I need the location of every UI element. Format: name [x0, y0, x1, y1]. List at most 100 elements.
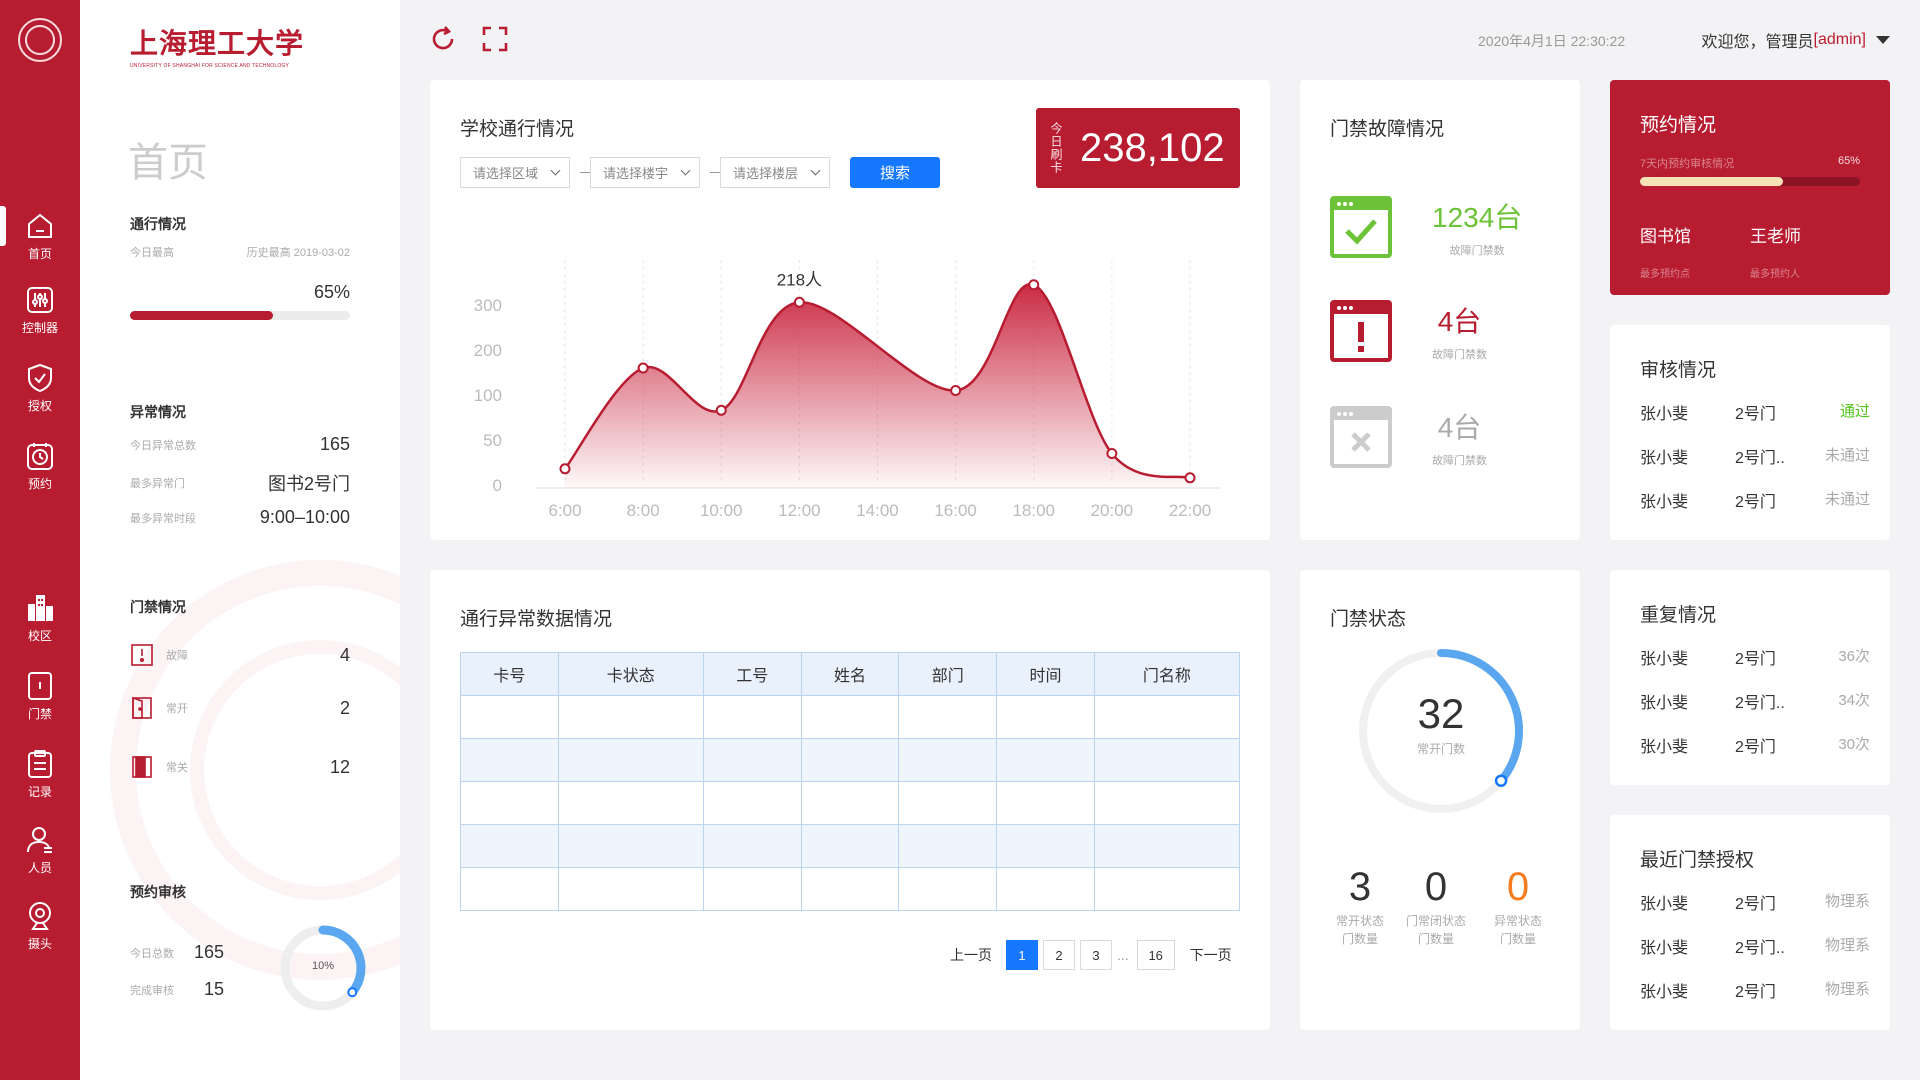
nav-label: 预约 [27, 477, 52, 491]
nav-reservation[interactable]: 预约 [0, 434, 80, 498]
list-item[interactable]: 张小斐 2号门.. 34次 [1640, 689, 1870, 713]
review-done-value: 15 [204, 979, 225, 999]
prev-page-link[interactable]: 上一页 [950, 945, 992, 965]
clipboard-icon [28, 750, 52, 778]
row-door: 2号门 [1735, 651, 1776, 668]
separator [580, 172, 590, 173]
review-ring-handle [347, 987, 358, 998]
fault-value: 4台 [1437, 306, 1482, 337]
door-stat-label: 常开状态 门数量 [1330, 912, 1390, 948]
row-count: 36次 [1838, 648, 1870, 665]
list-item[interactable]: 张小斐 2号门 通过 [1640, 400, 1870, 424]
door-stat-label-line: 常开状态 [1335, 914, 1384, 928]
anomaly-label: 最多异常门 [130, 478, 185, 490]
col-name[interactable]: 姓名 [800, 652, 900, 696]
chart-y-tick: 50 [483, 431, 502, 450]
nav-home[interactable]: 首页 [0, 204, 80, 268]
alert-window-icon [1330, 300, 1392, 362]
chart-point[interactable] [1106, 448, 1118, 459]
table-row[interactable] [460, 867, 1241, 911]
datetime: 2020年4月1日 22:30:22 [1478, 33, 1626, 49]
nav-label: 人员 [27, 861, 52, 875]
chart-point[interactable] [1028, 279, 1040, 291]
nav-records[interactable]: 记录 [0, 742, 80, 806]
top-person-value: 王老师 [1750, 227, 1801, 246]
next-page-link[interactable]: 下一页 [1190, 945, 1232, 965]
table-row[interactable] [460, 824, 1241, 868]
caret-down-icon[interactable] [1876, 36, 1890, 44]
row-status: 通过 [1839, 403, 1870, 420]
search-button[interactable]: 搜索 [850, 157, 940, 188]
nav-camera[interactable]: 摄头 [0, 894, 80, 958]
nav-door[interactable]: 门禁 [0, 664, 80, 728]
list-item[interactable]: 张小斐 2号门 36次 [1640, 645, 1870, 669]
table-row[interactable] [460, 695, 1241, 739]
col-staff-no[interactable]: 工号 [702, 652, 802, 696]
list-item[interactable]: 张小斐 2号门 30次 [1640, 733, 1870, 757]
page-2-button[interactable]: 2 [1043, 940, 1075, 970]
user-menu[interactable]: 欢迎您，管理员 [admin] [1702, 28, 1890, 52]
chart-y-tick: 0 [493, 476, 502, 495]
table-row[interactable] [460, 781, 1241, 825]
chart-x-tick: 16:00 [934, 501, 977, 520]
university-logo: 上海理工大学 UNIVERSITY OF SHANGHAI FOR SCIENC… [130, 22, 304, 69]
col-department[interactable]: 部门 [898, 652, 998, 696]
list-item[interactable]: 张小斐 2号门 物理系 [1640, 978, 1870, 1002]
list-item[interactable]: 张小斐 2号门.. 物理系 [1640, 934, 1870, 958]
chart-point[interactable] [1184, 472, 1196, 484]
chart-point[interactable] [559, 463, 571, 475]
check-window-icon [1330, 196, 1392, 258]
row-name: 张小斐 [1640, 896, 1689, 913]
table-row[interactable] [460, 738, 1241, 782]
reservation-title: 预约情况 [1640, 115, 1717, 136]
col-card-status[interactable]: 卡状态 [557, 652, 704, 696]
anomaly-card-title: 通行异常数据情况 [460, 609, 613, 630]
building-select[interactable]: 请选择楼宇 [590, 157, 700, 188]
nav-controller[interactable]: 控制器 [0, 278, 80, 342]
chart-point[interactable] [637, 362, 649, 374]
list-item[interactable]: 张小斐 2号门.. 未通过 [1640, 444, 1870, 468]
door-stat: 3 常开状态 门数量 [1330, 865, 1390, 948]
clock-icon [27, 443, 53, 470]
page-last-button[interactable]: 16 [1136, 940, 1175, 970]
door-stat: 0 门常闭状态 门数量 [1400, 865, 1472, 948]
area-select[interactable]: 请选择区域 [460, 157, 570, 188]
chart-point[interactable] [715, 404, 727, 416]
page-3-button[interactable]: 3 [1080, 940, 1112, 970]
nav-authorize[interactable]: 授权 [0, 356, 80, 420]
fullscreen-icon[interactable] [480, 24, 510, 54]
separator [710, 172, 720, 173]
nav-rail: 首页 控制器 授权 预约 校区 门禁 记录 人员 摄头 [0, 0, 80, 1080]
row-name: 张小斐 [1640, 450, 1689, 467]
col-time[interactable]: 时间 [996, 652, 1095, 696]
nav-campus[interactable]: 校区 [0, 586, 80, 650]
traffic-progress [130, 311, 350, 320]
door-label: 常开 [166, 703, 188, 715]
floor-select[interactable]: 请选择楼层 [720, 157, 830, 188]
floor-select-placeholder: 请选择楼层 [733, 166, 799, 181]
fault-item-text: 4台 故障门禁数 [1432, 406, 1487, 468]
door-value: 12 [329, 756, 350, 777]
refresh-icon[interactable] [428, 24, 458, 54]
door-stat-label: 门常闭状态 门数量 [1400, 912, 1472, 948]
review-total-label: 今日总数 [130, 947, 174, 960]
door-status-label: 常开门数 [1416, 742, 1465, 756]
page-1-button[interactable]: 1 [1006, 940, 1038, 970]
col-card-no[interactable]: 卡号 [460, 652, 559, 696]
anomaly-value: 165 [319, 434, 350, 454]
pagination: 上一页 1 2 3 ... 16 下一页 [950, 940, 1246, 970]
list-item[interactable]: 张小斐 2号门 物理系 [1640, 890, 1870, 914]
chart-x-tick: 6:00 [548, 501, 581, 520]
chart-point[interactable] [793, 296, 805, 308]
list-item[interactable]: 张小斐 2号门 未通过 [1640, 488, 1870, 512]
nav-label: 记录 [27, 785, 52, 799]
university-seal-icon[interactable] [18, 18, 62, 62]
chart-point[interactable] [950, 385, 962, 396]
row-door: 2号门.. [1735, 940, 1785, 957]
door-stat-label-line: 门数量 [1341, 932, 1378, 946]
review-total-value: 165 [194, 942, 225, 962]
review-status-title: 审核情况 [1640, 360, 1717, 381]
chart-y-tick: 200 [474, 341, 502, 360]
col-door-name[interactable]: 门名称 [1093, 652, 1241, 696]
nav-people[interactable]: 人员 [0, 818, 80, 882]
